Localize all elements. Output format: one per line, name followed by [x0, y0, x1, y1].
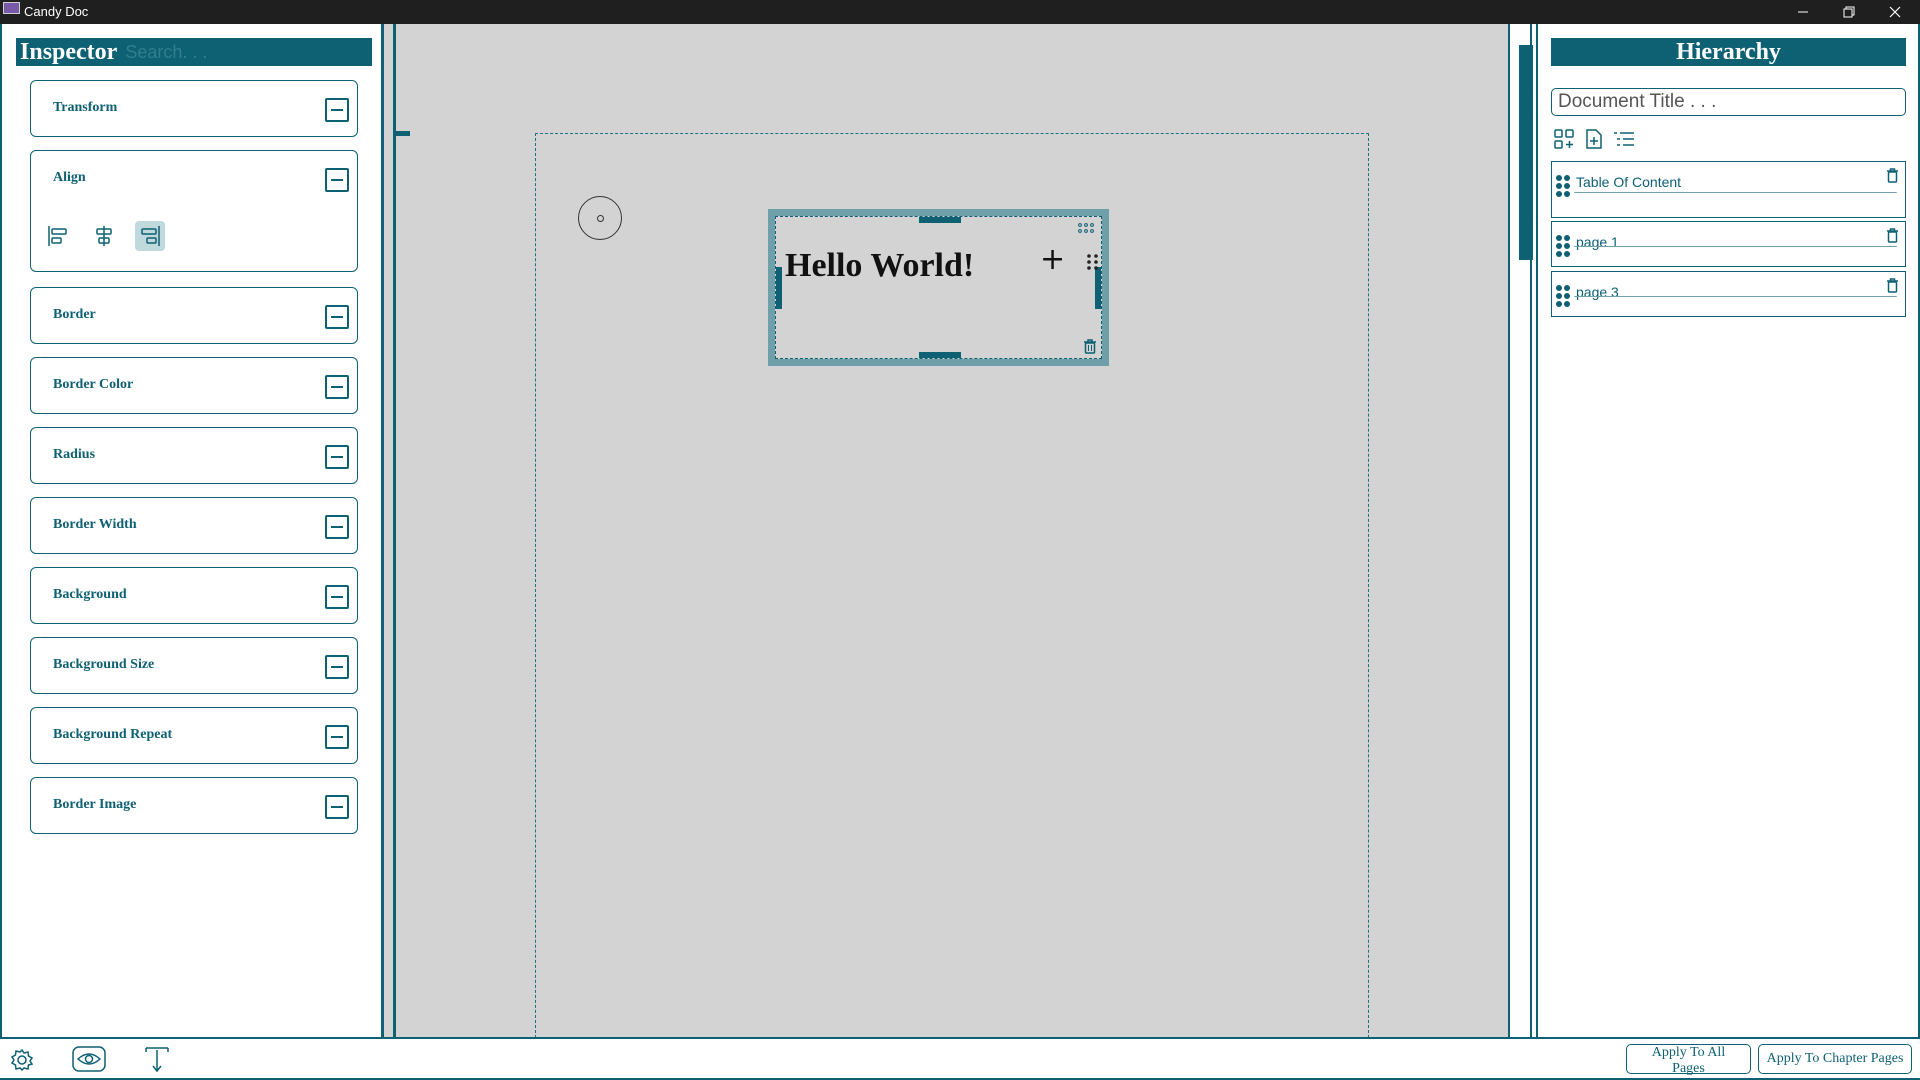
section-label: Border Color	[53, 377, 134, 392]
title-bar: Candy Doc	[0, 0, 1920, 24]
hierarchy-item-page-1[interactable]: page 1	[1551, 221, 1906, 267]
section-label: Align	[53, 170, 86, 185]
resize-handle-left[interactable]	[776, 267, 782, 309]
inspector-title: Inspector	[20, 38, 118, 65]
hierarchy-title: Hierarchy	[1551, 38, 1906, 66]
add-icon[interactable]: +	[1040, 245, 1065, 275]
align-right-icon[interactable]	[135, 221, 165, 251]
vertical-ruler	[393, 24, 396, 1037]
add-page-icon[interactable]	[1583, 128, 1605, 150]
restore-icon[interactable]	[1826, 0, 1872, 24]
section-radius[interactable]: Radius	[30, 427, 358, 484]
collapse-icon[interactable]	[325, 375, 349, 399]
text-box-frame: Hello World! +	[775, 216, 1102, 359]
section-background-size[interactable]: Background Size	[30, 637, 358, 694]
text-tool-icon[interactable]	[144, 1046, 170, 1074]
resize-handle-bottom[interactable]	[919, 352, 961, 358]
text-box-content[interactable]: Hello World!	[785, 247, 974, 285]
ruler-marker[interactable]	[396, 131, 410, 136]
cursor-circle-icon	[578, 196, 622, 240]
inspector-header: Inspector	[16, 38, 372, 66]
item-underline	[1574, 246, 1897, 247]
align-icon-row	[43, 221, 165, 251]
document-title-input[interactable]	[1551, 88, 1906, 116]
collapse-icon[interactable]	[325, 515, 349, 539]
drag-handle-icon[interactable]	[1086, 253, 1100, 271]
minimize-icon[interactable]	[1780, 0, 1826, 24]
delete-trash-icon[interactable]	[1886, 278, 1899, 293]
window-title: Candy Doc	[24, 4, 89, 19]
section-label: Background Repeat	[53, 727, 173, 742]
collapse-icon[interactable]	[325, 725, 349, 749]
grid-view-icon[interactable]	[1553, 128, 1575, 150]
drag-dots-icon[interactable]	[1555, 284, 1571, 310]
hierarchy-item-table-of-content[interactable]: Table Of Content	[1551, 161, 1906, 218]
collapse-icon[interactable]	[325, 655, 349, 679]
apply-to-all-pages-button[interactable]: Apply To All Pages	[1626, 1044, 1751, 1076]
resize-handle-right[interactable]	[1095, 267, 1101, 309]
section-label: Border	[53, 307, 96, 322]
drag-dots-icon[interactable]	[1555, 174, 1571, 200]
selected-text-box[interactable]: Hello World! +	[768, 209, 1109, 366]
apply-to-chapter-pages-button[interactable]: Apply To Chapter Pages	[1758, 1044, 1912, 1074]
collapse-icon[interactable]	[325, 585, 349, 609]
collapse-icon[interactable]	[325, 168, 349, 192]
section-align[interactable]: Align	[30, 150, 358, 272]
corner-grip-icon[interactable]	[1077, 222, 1095, 234]
preview-eye-icon[interactable]	[72, 1046, 106, 1072]
resize-handle-top[interactable]	[919, 217, 961, 223]
section-border-color[interactable]: Border Color	[30, 357, 358, 414]
collapse-icon[interactable]	[325, 305, 349, 329]
collapse-icon[interactable]	[325, 795, 349, 819]
collapse-icon[interactable]	[325, 98, 349, 122]
delete-trash-icon[interactable]	[1886, 168, 1899, 183]
delete-trash-icon[interactable]	[1886, 228, 1899, 243]
hierarchy-toolbar	[1553, 128, 1635, 150]
list-view-icon[interactable]	[1613, 128, 1635, 150]
section-transform[interactable]: Transform	[30, 80, 358, 137]
collapse-icon[interactable]	[325, 445, 349, 469]
section-label: Background Size	[53, 657, 155, 672]
section-label: Radius	[53, 447, 96, 462]
section-background[interactable]: Background	[30, 567, 358, 624]
section-label: Transform	[53, 100, 118, 115]
hierarchy-item-label[interactable]: Table Of Content	[1576, 174, 1681, 190]
section-border-width[interactable]: Border Width	[30, 497, 358, 554]
settings-icon[interactable]	[10, 1048, 34, 1072]
inspector-search-input[interactable]	[125, 41, 346, 63]
section-label: Border Image	[53, 797, 137, 812]
align-left-icon[interactable]	[43, 221, 73, 251]
hierarchy-item-page-3[interactable]: page 3	[1551, 271, 1906, 317]
app-icon	[3, 2, 20, 14]
section-background-repeat[interactable]: Background Repeat	[30, 707, 358, 764]
inspector-panel: Inspector Transform Align Border Border …	[0, 24, 384, 1037]
section-border-image[interactable]: Border Image	[30, 777, 358, 834]
bottom-toolbar: Apply To All Pages Apply To Chapter Page…	[0, 1037, 1920, 1080]
hierarchy-item-label[interactable]: page 1	[1576, 234, 1619, 250]
hierarchy-item-label[interactable]: page 3	[1576, 284, 1619, 300]
scrollbar-thumb[interactable]	[1519, 45, 1533, 260]
align-center-icon[interactable]	[89, 221, 119, 251]
delete-trash-icon[interactable]	[1083, 339, 1097, 354]
drag-dots-icon[interactable]	[1555, 234, 1571, 260]
item-underline	[1574, 192, 1897, 193]
section-label: Border Width	[53, 517, 137, 532]
section-border[interactable]: Border	[30, 287, 358, 344]
item-underline	[1574, 296, 1897, 297]
section-label: Background	[53, 587, 127, 602]
close-icon[interactable]	[1872, 0, 1918, 24]
